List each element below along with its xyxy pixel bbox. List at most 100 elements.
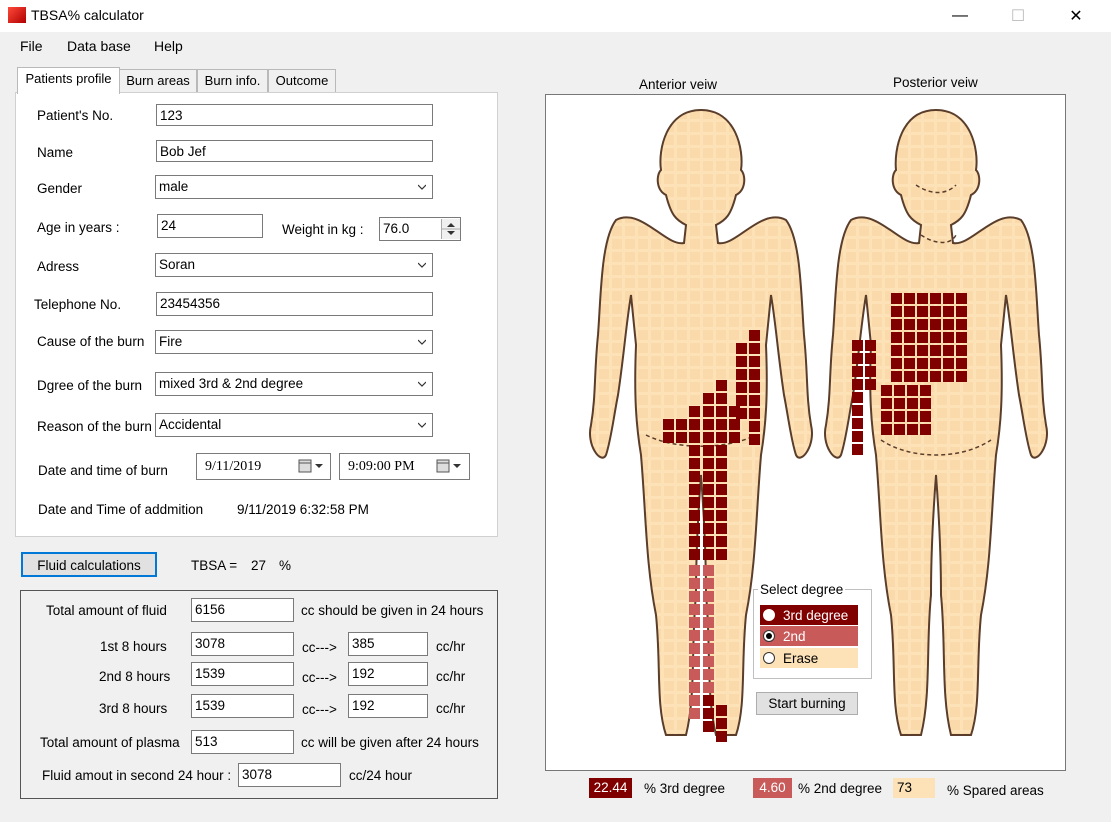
- minimize-button[interactable]: —: [937, 0, 983, 31]
- third-degree-patch: [729, 419, 740, 430]
- third-degree-patch: [917, 358, 928, 369]
- radio-erase[interactable]: [763, 652, 775, 664]
- menu-file[interactable]: File: [20, 38, 43, 54]
- chevron-down-icon: [418, 422, 426, 428]
- third-degree-patch: [881, 424, 892, 435]
- third-degree-patch: [917, 293, 928, 304]
- third-degree-patch: [689, 549, 700, 560]
- patient-no-field[interactable]: 123: [156, 104, 433, 126]
- third-degree-patch: [956, 319, 967, 330]
- fluid-period-cc-field[interactable]: 1539: [191, 662, 294, 686]
- second-degree-patch: [703, 617, 714, 628]
- third-degree-patch: [749, 369, 760, 380]
- degree-2nd-label: 2nd: [783, 628, 806, 644]
- third-degree-patch: [749, 408, 760, 419]
- age-field[interactable]: 24: [157, 214, 263, 238]
- second-day-label: Fluid amout in second 24 hour :: [42, 768, 232, 783]
- second-degree-patch: [689, 656, 700, 667]
- third-degree-patch: [716, 445, 727, 456]
- degree-value: mixed 3rd & 2nd degree: [159, 376, 304, 391]
- fluid-rate-field[interactable]: 192: [348, 694, 428, 718]
- third-degree-patch: [703, 695, 714, 706]
- second-day-field[interactable]: 3078: [238, 763, 341, 787]
- third-degree-patch: [703, 471, 714, 482]
- third-degree-patch: [749, 434, 760, 445]
- third-degree-patch: [956, 332, 967, 343]
- calendar-icon[interactable]: [436, 459, 464, 473]
- third-degree-patch: [663, 419, 674, 430]
- plasma-field[interactable]: 513: [191, 730, 294, 754]
- spinner-arrows-icon: [442, 223, 460, 235]
- fluid-period-label: 1st 8 hours: [100, 639, 167, 654]
- degree-select[interactable]: mixed 3rd & 2nd degree: [155, 372, 433, 396]
- erase-option[interactable]: Erase: [760, 648, 858, 668]
- fluid-calculations-button[interactable]: Fluid calculations: [21, 552, 157, 577]
- third-degree-patch: [676, 419, 687, 430]
- third-degree-patch: [894, 385, 905, 396]
- third-degree-patch: [689, 432, 700, 443]
- fluid-period-label: 2nd 8 hours: [99, 669, 171, 684]
- second-degree-patch: [689, 578, 700, 589]
- third-degree-patch: [917, 371, 928, 382]
- name-field[interactable]: Bob Jef: [156, 140, 433, 162]
- tab-burn-info[interactable]: Burn info.: [197, 69, 268, 93]
- chevron-down-icon: [418, 184, 426, 190]
- third-degree-patch: [956, 358, 967, 369]
- third-degree-patch: [930, 345, 941, 356]
- third-degree-patch: [736, 369, 747, 380]
- third-degree-patch: [716, 393, 727, 404]
- menu-help[interactable]: Help: [154, 38, 183, 54]
- maximize-button[interactable]: ☐: [995, 0, 1041, 31]
- patient-no-label: Patient's No.: [37, 108, 114, 123]
- telephone-field[interactable]: 23454356: [156, 292, 433, 316]
- third-degree-patch: [703, 406, 714, 417]
- degree-3rd-option[interactable]: 3rd degree: [760, 605, 858, 625]
- radio-3rd[interactable]: [763, 609, 775, 621]
- total-fluid-field[interactable]: 6156: [191, 598, 294, 622]
- menu-database[interactable]: Data base: [67, 38, 131, 54]
- degree-2nd-option[interactable]: 2nd: [760, 626, 858, 646]
- fluid-period-cc-field[interactable]: 3078: [191, 632, 294, 656]
- third-degree-patch: [904, 332, 915, 343]
- fluid-rate-field[interactable]: 385: [348, 632, 428, 656]
- close-button[interactable]: ✕: [1053, 0, 1099, 31]
- third-degree-patch: [716, 497, 727, 508]
- anterior-view-label: Anterior veiw: [639, 77, 718, 92]
- reason-label: Reason of the burn: [37, 419, 152, 434]
- telephone-label: Telephone No.: [34, 297, 122, 312]
- address-select[interactable]: Soran: [155, 253, 433, 277]
- fluid-rate-field[interactable]: 192: [348, 662, 428, 686]
- calendar-icon[interactable]: [298, 459, 326, 473]
- third-degree-patch: [904, 345, 915, 356]
- third-degree-patch: [689, 471, 700, 482]
- third-degree-patch: [749, 343, 760, 354]
- fluid-period-cc-field[interactable]: 1539: [191, 694, 294, 718]
- degree-3rd-label: 3rd degree: [783, 607, 849, 623]
- age-label: Age in years :: [37, 220, 120, 235]
- tab-outcome[interactable]: Outcome: [268, 69, 336, 93]
- third-degree-patch: [703, 419, 714, 430]
- third-degree-patch: [865, 366, 876, 377]
- third-degree-patch: [943, 306, 954, 317]
- second-degree-patch: [703, 656, 714, 667]
- second-degree-patch: [689, 682, 700, 693]
- third-degree-patch: [930, 293, 941, 304]
- second-degree-patch: [689, 591, 700, 602]
- third-degree-patch: [865, 379, 876, 390]
- cause-select[interactable]: Fire: [155, 330, 433, 354]
- third-degree-patch: [703, 549, 714, 560]
- gender-select[interactable]: male: [155, 175, 433, 199]
- start-burning-button[interactable]: Start burning: [756, 692, 858, 715]
- third-degree-patch: [881, 411, 892, 422]
- third-degree-patch: [894, 424, 905, 435]
- tab-patients-profile[interactable]: Patients profile: [17, 67, 120, 94]
- weight-spinner[interactable]: [441, 219, 460, 239]
- tab-burn-areas[interactable]: Burn areas: [119, 69, 197, 93]
- third-degree-patch: [749, 421, 760, 432]
- fluid-period-label: 3rd 8 hours: [99, 701, 168, 716]
- radio-2nd[interactable]: [763, 630, 775, 642]
- reason-select[interactable]: Accidental: [155, 413, 433, 437]
- second-degree-patch: [689, 708, 700, 719]
- third-degree-patch: [689, 406, 700, 417]
- tbsa-unit: %: [279, 558, 292, 573]
